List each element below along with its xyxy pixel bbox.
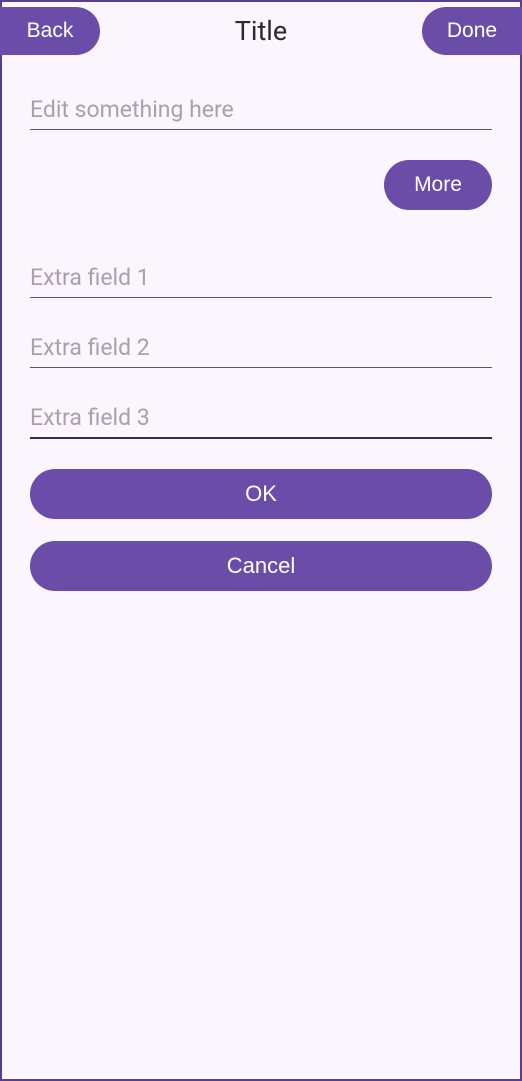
more-row: More	[30, 160, 492, 210]
more-button[interactable]: More	[384, 160, 492, 210]
done-button[interactable]: Done	[422, 7, 522, 55]
ok-button[interactable]: OK	[30, 469, 492, 519]
header: Back Title Done	[2, 2, 520, 60]
page-title: Title	[235, 15, 287, 47]
content-area: More OK Cancel	[2, 60, 520, 591]
cancel-button[interactable]: Cancel	[30, 541, 492, 591]
back-button[interactable]: Back	[0, 7, 100, 55]
extra-field-1[interactable]	[30, 256, 492, 298]
main-input[interactable]	[30, 88, 492, 130]
extra-field-2[interactable]	[30, 326, 492, 368]
extra-field-3[interactable]	[30, 396, 492, 439]
